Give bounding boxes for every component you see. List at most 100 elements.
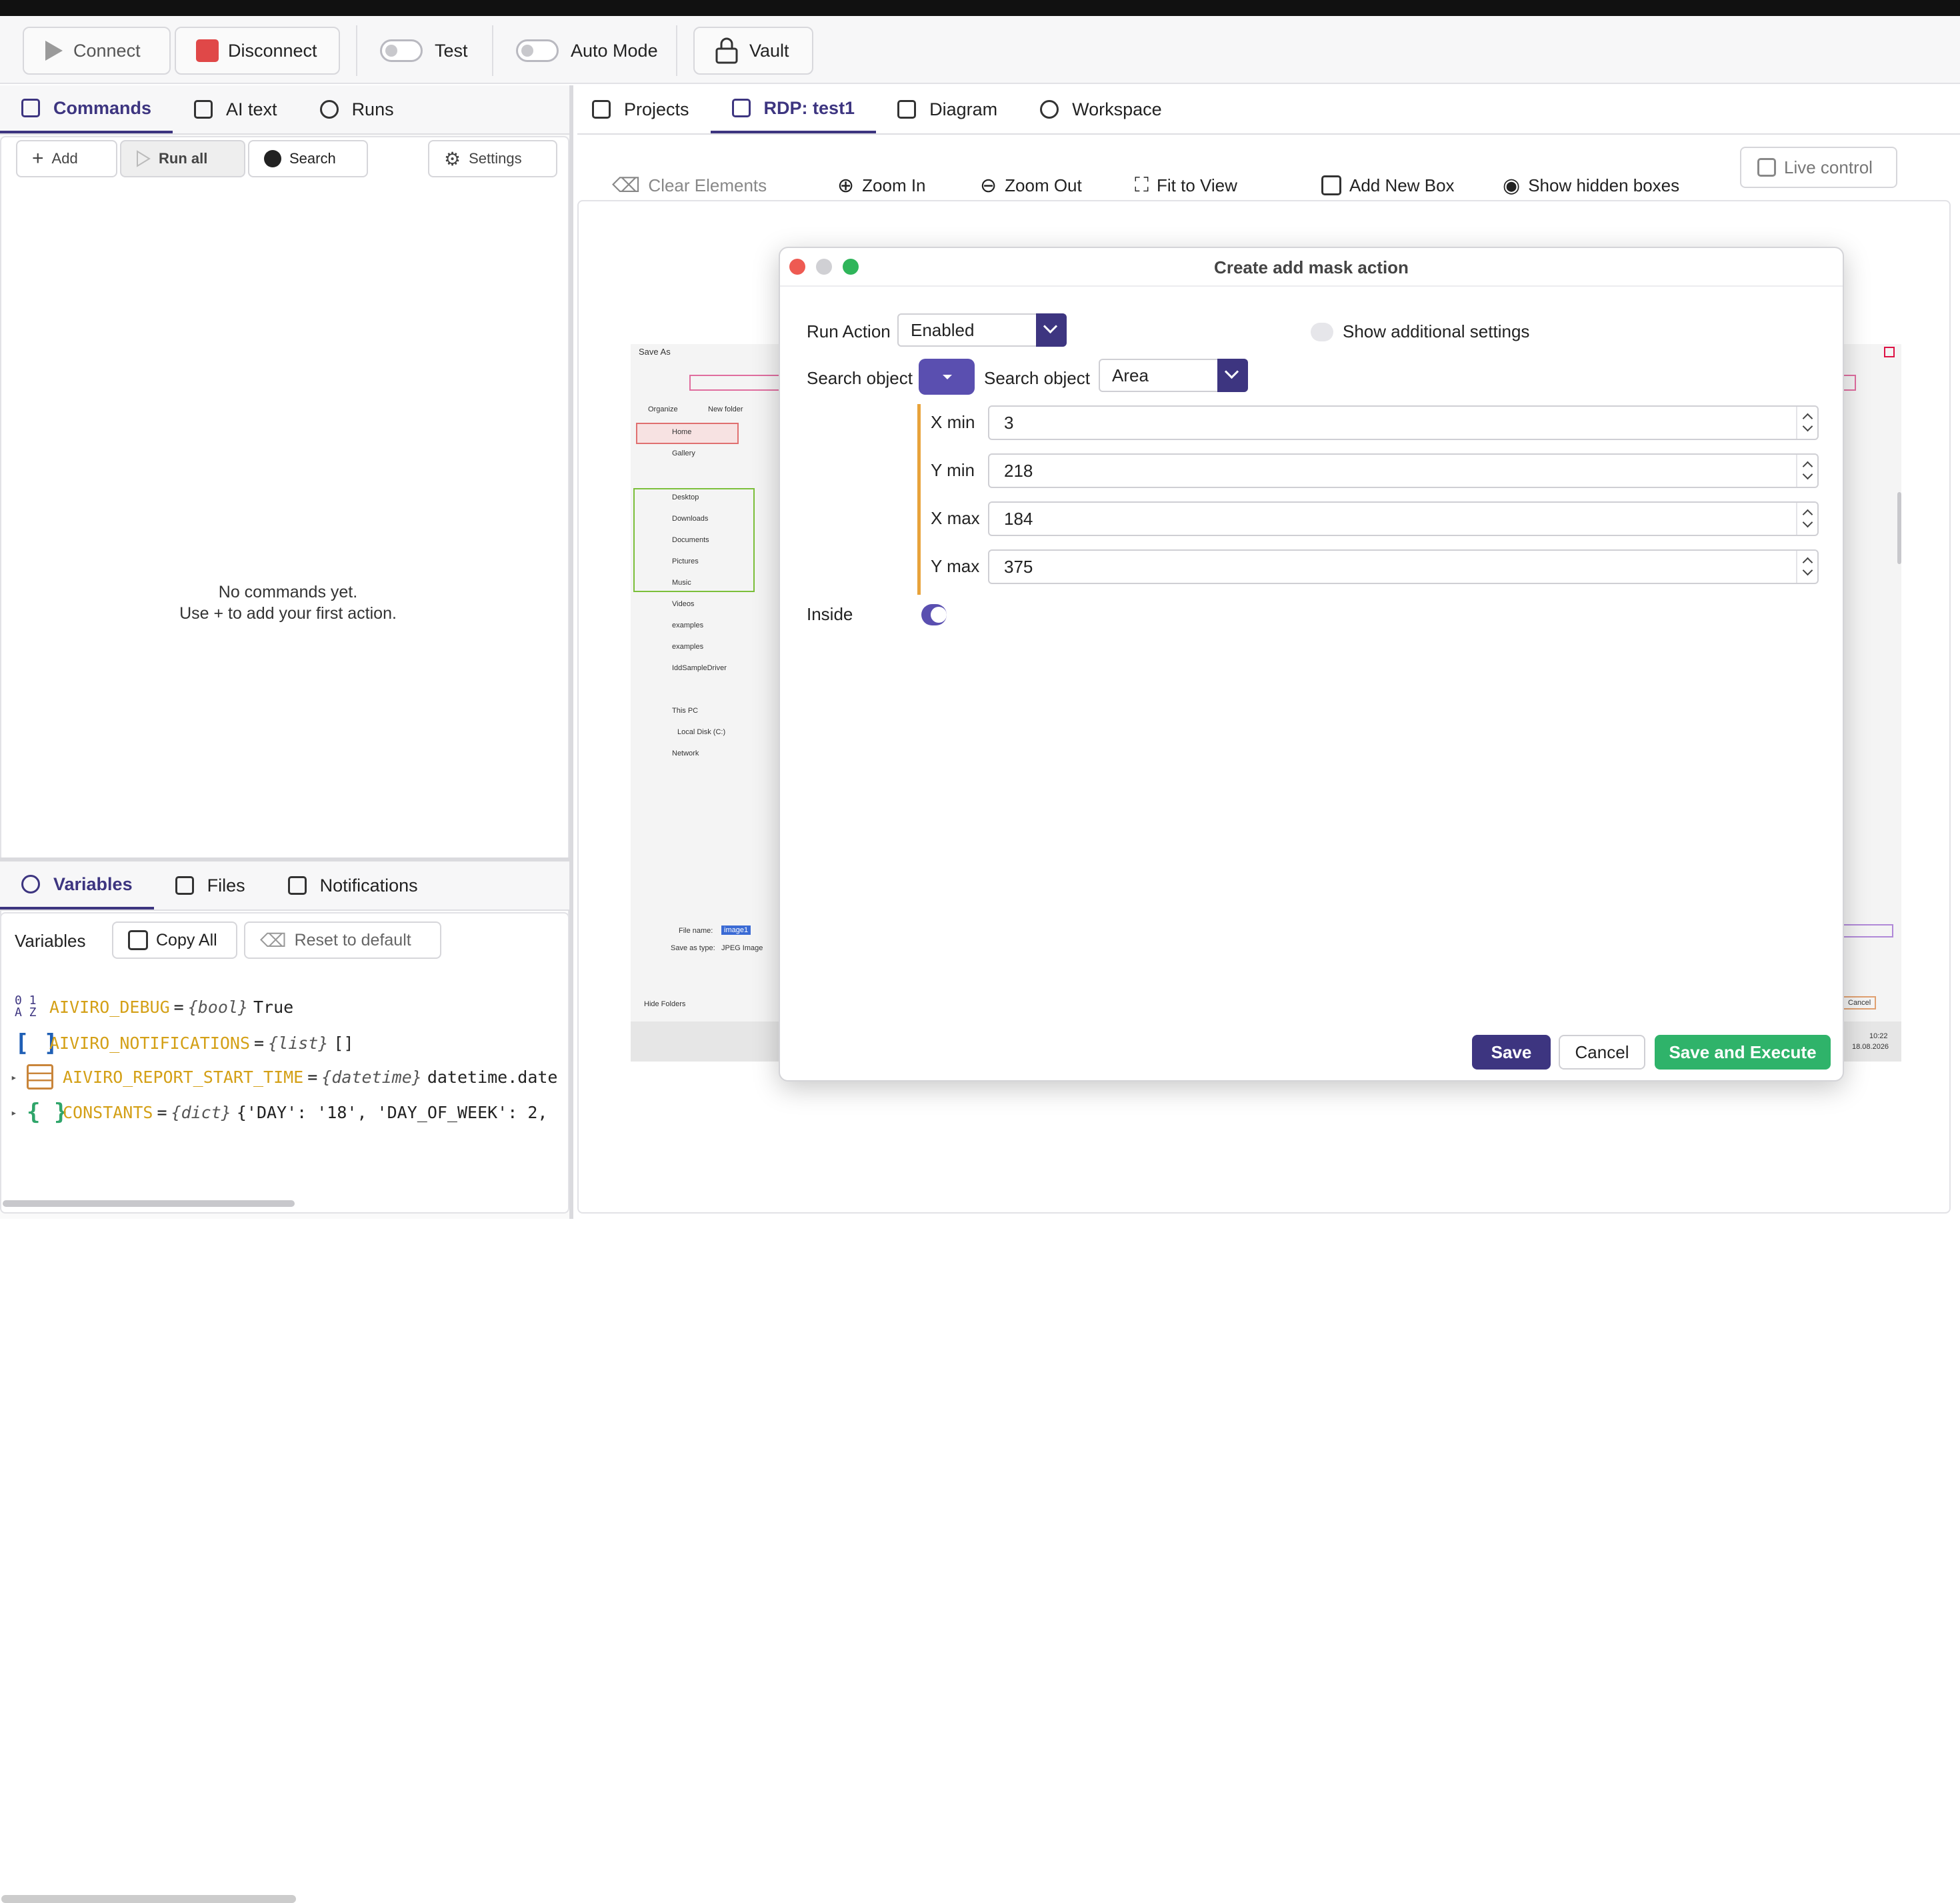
tab-diagram[interactable]: Diagram <box>876 85 1019 133</box>
minimize-window-button[interactable] <box>816 259 832 275</box>
maximize-window-button[interactable] <box>843 259 859 275</box>
cancel-button[interactable]: Cancel <box>1559 1035 1645 1070</box>
nav-item: Network <box>672 749 699 757</box>
variable-type: {bool} <box>187 997 248 1017</box>
commands-panel: + Add Run all Search ⚙ Settings No command… <box>0 136 569 936</box>
disconnect-label: Disconnect <box>228 40 317 61</box>
left-pane: Commands AI text Runs + Add Run all Searc… <box>0 85 573 1903</box>
nav-item: Gallery <box>672 449 695 457</box>
search-icon <box>264 150 281 167</box>
y-min-label: Y min <box>931 460 975 480</box>
tab-runs[interactable]: Runs <box>299 85 415 133</box>
run-all-button[interactable]: Run all <box>120 140 245 177</box>
horizontal-scrollbar[interactable] <box>3 1200 295 1207</box>
right-tabs: Projects RDP: test1 Diagram Workspace <box>577 85 1960 135</box>
chevron-down-icon[interactable] <box>1036 313 1067 347</box>
connect-button[interactable]: Connect <box>23 27 171 75</box>
search-object-type-label: Search object <box>984 368 1090 388</box>
tab-projects[interactable]: Projects <box>577 85 711 133</box>
nav-item: Desktop <box>672 493 699 501</box>
chevron-down-icon[interactable] <box>1217 359 1248 392</box>
close-window-button[interactable] <box>789 259 805 275</box>
toggle-switch[interactable] <box>516 39 559 62</box>
left-tabs: Commands AI text Runs <box>0 85 569 135</box>
history-icon <box>1040 100 1059 119</box>
variable-row[interactable]: 0 1A Z AIVIRO_DEBUG = {bool} True <box>15 995 293 1019</box>
expand-arrow-icon[interactable]: ▸ <box>11 1071 27 1084</box>
tab-commands[interactable]: Commands <box>0 85 173 133</box>
save-and-execute-button[interactable]: Save and Execute <box>1655 1035 1831 1070</box>
reset-default-button[interactable]: ⌫ Reset to default <box>244 921 441 959</box>
vertical-scrollbar[interactable] <box>1897 492 1901 564</box>
expand-arrow-icon[interactable]: ▸ <box>11 1106 27 1119</box>
zoom-out-icon: ⊖ <box>980 174 997 197</box>
tab-files[interactable]: Files <box>154 861 267 909</box>
x-max-input[interactable]: 184 <box>988 501 1819 536</box>
stop-icon <box>196 39 219 62</box>
y-max-label: Y max <box>931 556 980 576</box>
live-control-button[interactable]: Live control <box>1740 147 1897 188</box>
search-button[interactable]: Search <box>248 140 368 177</box>
add-label: Add <box>51 150 78 167</box>
add-command-button[interactable]: + Add <box>16 140 117 177</box>
fit-icon: ⛶ <box>1135 174 1149 196</box>
eye-icon: ◉ <box>1503 174 1521 197</box>
variable-row[interactable]: [ ] AIVIRO_NOTIFICATIONS = {list} [] <box>15 1030 354 1057</box>
window-top-bar <box>0 0 1960 16</box>
variables-panel: Variables Copy All ⌫ Reset to default 0 1… <box>0 912 569 1903</box>
file-icon <box>175 876 194 895</box>
variable-row[interactable]: ▸ AIVIRO_REPORT_START_TIME = {datetime} … <box>11 1064 557 1090</box>
variable-name: AIVIRO_NOTIFICATIONS <box>49 1034 251 1053</box>
toggle-switch[interactable] <box>380 39 423 62</box>
y-min-input[interactable]: 218 <box>988 453 1819 488</box>
play-icon <box>45 41 63 61</box>
monitor-off-icon <box>1757 158 1776 177</box>
inside-toggle[interactable] <box>921 604 947 625</box>
spinner-arrows-icon[interactable] <box>1796 407 1817 439</box>
variable-row[interactable]: ▸ { } CONSTANTS = {dict} {'DAY': '18', '… <box>11 1099 547 1126</box>
vault-label: Vault <box>749 40 789 61</box>
disconnect-button[interactable]: Disconnect <box>175 27 340 75</box>
nav-item: Documents <box>672 536 709 544</box>
fit-label: Fit to View <box>1157 175 1237 195</box>
search-label: Search <box>289 150 336 167</box>
tab-variables[interactable]: Variables <box>0 861 154 909</box>
empty-message: No commands yet. <box>218 583 358 601</box>
clock-time: 10:22 <box>1869 1032 1888 1040</box>
copy-all-button[interactable]: Copy All <box>112 921 237 959</box>
run-action-select[interactable]: Enabled <box>897 313 1067 347</box>
plus-icon: + <box>32 147 44 169</box>
tab-label: Notifications <box>319 875 418 895</box>
dict-type-icon: { } <box>27 1099 68 1126</box>
empty-hint: Use + to add your first action. <box>179 604 397 623</box>
spinner-arrows-icon[interactable] <box>1796 503 1817 535</box>
variable-value: [] <box>333 1034 354 1053</box>
tab-ai-text[interactable]: AI text <box>173 85 299 133</box>
x-min-input[interactable]: 3 <box>988 405 1819 440</box>
datetime-type-icon <box>27 1064 53 1090</box>
variable-type: {dict} <box>171 1102 231 1122</box>
tab-label: RDP: test1 <box>763 97 855 118</box>
divider <box>356 25 357 76</box>
search-object-label: Search object <box>807 368 913 388</box>
vault-button[interactable]: Vault <box>693 27 813 75</box>
search-object-dropdown-button[interactable] <box>919 359 975 395</box>
inside-label: Inside <box>807 604 853 624</box>
search-object-select[interactable]: Area <box>1099 359 1248 392</box>
spinner-arrows-icon[interactable] <box>1796 455 1817 487</box>
additional-settings-toggle[interactable] <box>1311 323 1333 341</box>
main-toolbar: Connect Disconnect Test Auto Mode Vault <box>0 16 1960 84</box>
test-toggle[interactable]: Test <box>380 27 468 75</box>
add-box-label: Add New Box <box>1349 175 1455 195</box>
window-title: Save As <box>639 347 671 357</box>
tab-rdp-test1[interactable]: RDP: test1 <box>710 85 877 133</box>
tab-workspace[interactable]: Workspace <box>1019 85 1183 133</box>
auto-mode-toggle[interactable]: Auto Mode <box>516 27 658 75</box>
spinner-arrows-icon[interactable] <box>1796 551 1817 583</box>
tab-notifications[interactable]: Notifications <box>267 861 439 909</box>
y-max-input[interactable]: 375 <box>988 549 1819 584</box>
save-button[interactable]: Save <box>1472 1035 1551 1070</box>
horizontal-scrollbar[interactable] <box>1 1895 296 1903</box>
x-min-value: 3 <box>1004 413 1014 433</box>
settings-button[interactable]: ⚙ Settings <box>428 140 557 177</box>
